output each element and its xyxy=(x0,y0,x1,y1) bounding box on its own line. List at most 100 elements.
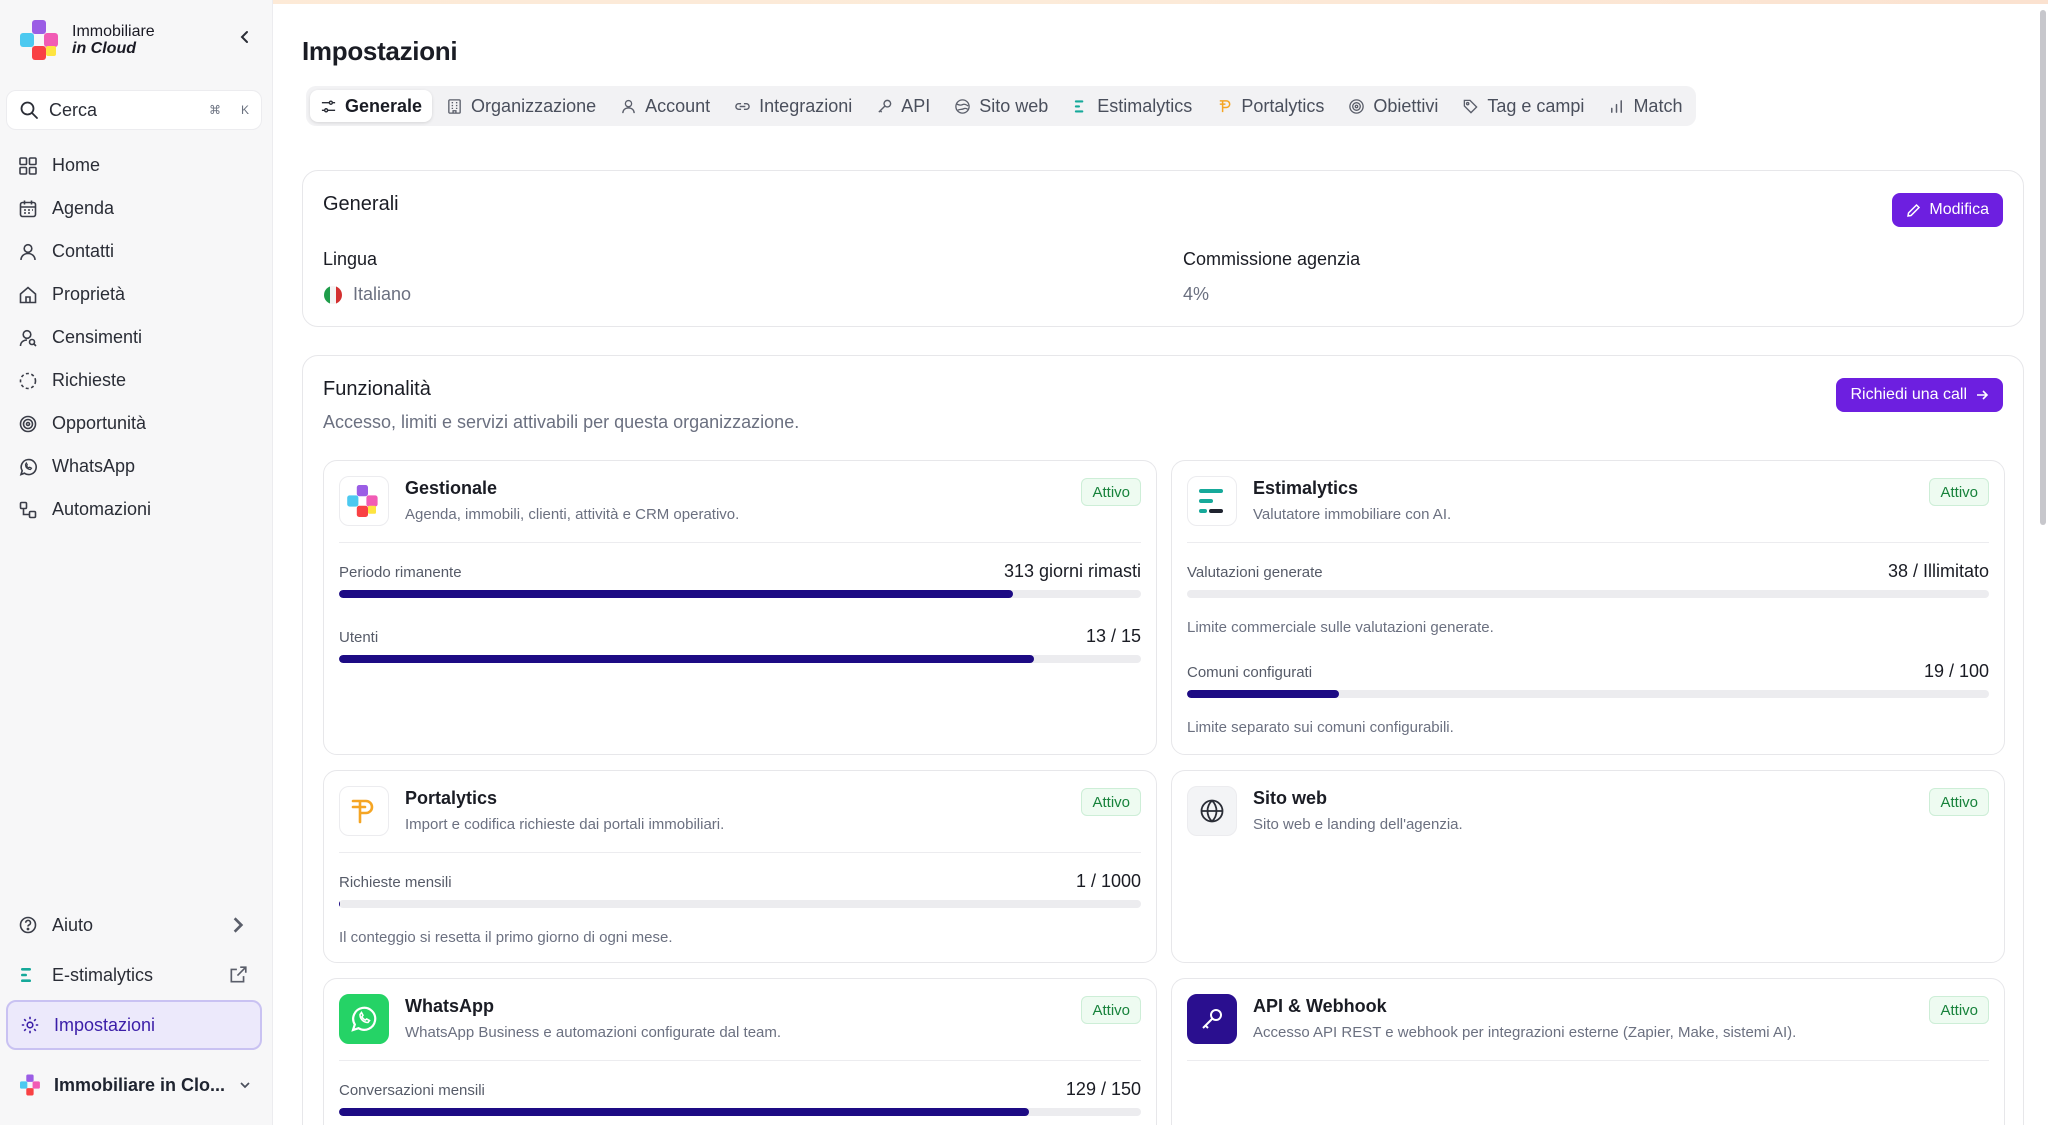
search-box[interactable]: Cerca ⌘ K xyxy=(6,90,262,130)
tab-label: API xyxy=(901,95,931,116)
progress-fill xyxy=(339,1108,1029,1116)
tab-match[interactable]: Match xyxy=(1598,90,1692,122)
tab-sito-web[interactable]: Sito web xyxy=(944,90,1058,122)
feature-name: API & Webhook xyxy=(1253,996,1387,1016)
sidebar-item-richieste[interactable]: Richieste xyxy=(6,359,262,402)
tab-obiettivi[interactable]: Obiettivi xyxy=(1338,90,1448,122)
progress-fill xyxy=(339,655,1035,663)
target-icon xyxy=(19,415,37,432)
metric-value: 38 / Illimitato xyxy=(1887,561,1989,581)
metric-label: Richieste mensili xyxy=(339,874,452,891)
sidebar-item-home[interactable]: Home xyxy=(6,144,262,187)
metric-value: 19 / 100 xyxy=(1923,661,1989,681)
tab-api[interactable]: API xyxy=(866,90,940,122)
metric-value: 129 / 150 xyxy=(1065,1079,1141,1099)
feature-description: Agenda, immobili, clienti, attività e CR… xyxy=(405,506,740,523)
sidebar-item-whatsapp[interactable]: WhatsApp xyxy=(6,445,262,488)
sidebar-item-agenda[interactable]: Agenda xyxy=(6,187,262,230)
feature-card-portalytics: Portalytics Import e codifica richieste … xyxy=(323,770,1157,963)
dashed-circle-icon xyxy=(19,372,37,389)
tab-tag-e-campi[interactable]: Tag e campi xyxy=(1452,90,1594,122)
page-title: Impostazioni xyxy=(302,36,458,66)
sidebar-item-aiuto[interactable]: Aiuto xyxy=(6,900,262,950)
user-icon xyxy=(20,243,36,260)
status-badge: Attivo xyxy=(1081,788,1141,816)
funzionalita-title: Funzionalità xyxy=(323,378,431,400)
estimalytics-logo-icon xyxy=(1187,476,1237,526)
portalytics-logo-icon xyxy=(339,786,389,836)
metric-value: 1 / 1000 xyxy=(1075,871,1141,891)
key-icon xyxy=(878,99,892,113)
tab-account[interactable]: Account xyxy=(610,90,720,122)
tab-generale[interactable]: Generale xyxy=(310,90,433,122)
metric-label: Utenti xyxy=(339,629,379,646)
chevron-right-icon xyxy=(233,917,244,933)
metric-label: Valutazioni generate xyxy=(1187,564,1323,581)
feature-card-api-webhook: API & Webhook Accesso API REST e webhook… xyxy=(1171,978,2005,1125)
app-name-line2: in Cloud xyxy=(72,40,136,57)
metric-value: 13 / 15 xyxy=(1085,626,1141,646)
sidebar-item-impostazioni[interactable]: Impostazioni xyxy=(6,1000,262,1050)
feature-name: Gestionale xyxy=(405,478,498,498)
organization-switcher[interactable]: Immobiliare in Clo... xyxy=(20,1074,252,1096)
request-call-label: Richiedi una call xyxy=(1850,386,1967,403)
sidebar-item-automazioni[interactable]: Automazioni xyxy=(6,488,262,531)
progress-bar xyxy=(1187,690,1989,698)
app-name: Immobiliare in Cloud xyxy=(72,23,155,57)
app-brand[interactable]: Immobiliare in Cloud xyxy=(20,20,155,60)
sidebar-item-label: Home xyxy=(52,155,101,175)
sidebar-item-opportunita[interactable]: Opportunità xyxy=(6,402,262,445)
tab-label: Portalytics xyxy=(1241,95,1325,116)
tab-organizzazione[interactable]: Organizzazione xyxy=(436,90,606,122)
divider xyxy=(1187,1060,1989,1061)
app-logo-icon xyxy=(20,20,58,60)
sidebar-item-label: Opportunità xyxy=(52,413,147,433)
sidebar-item-label: Agenda xyxy=(52,198,115,218)
pencil-icon xyxy=(1907,203,1921,217)
feature-description: Valutatore immobiliare con AI. xyxy=(1253,506,1452,523)
sidebar-item-estimalytics[interactable]: E-stimalytics xyxy=(6,950,262,1000)
tab-label: Account xyxy=(645,95,711,116)
tab-estimalytics[interactable]: Estimalytics xyxy=(1062,90,1202,122)
tab-label: Integrazioni xyxy=(759,95,853,116)
feature-card-whatsapp: WhatsApp WhatsApp Business e automazioni… xyxy=(323,978,1157,1125)
tab-label: Tag e campi xyxy=(1487,95,1585,116)
user-search-icon xyxy=(19,329,37,347)
request-call-button[interactable]: Richiedi una call xyxy=(1836,378,2003,412)
status-badge: Attivo xyxy=(1081,478,1141,506)
help-circle-icon xyxy=(19,916,37,934)
key-icon xyxy=(1187,994,1237,1044)
feature-description: WhatsApp Business e automazioni configur… xyxy=(405,1024,782,1041)
progress-bar xyxy=(339,900,1141,908)
settings-tabs: Generale Organizzazione Account Integraz… xyxy=(306,86,1697,126)
sidebar-item-label: WhatsApp xyxy=(52,456,136,476)
org-logo-icon xyxy=(20,1074,40,1096)
language-label: Lingua xyxy=(323,249,378,269)
page-scrollbar[interactable] xyxy=(2038,0,2048,1125)
scrollbar-thumb[interactable] xyxy=(2040,10,2046,525)
feature-name: Estimalytics xyxy=(1253,478,1359,498)
sidebar-bottom-nav: Aiuto E-stimalytics Impostazioni xyxy=(6,900,262,1050)
commission-label: Commissione agenzia xyxy=(1183,249,1361,269)
metric-label: Comuni configurati xyxy=(1187,664,1313,681)
app-name-line1: Immobiliare xyxy=(72,23,155,40)
globe-icon xyxy=(1187,786,1237,836)
feature-description: Sito web e landing dell'agenzia. xyxy=(1253,816,1463,833)
calendar-icon xyxy=(19,200,37,217)
chevron-down-icon xyxy=(240,1082,250,1089)
generali-card: Generali Modifica Lingua Italiano Commis… xyxy=(302,170,2024,327)
external-link-icon xyxy=(230,966,247,983)
sidebar-item-proprieta[interactable]: Proprietà xyxy=(6,273,262,316)
collapse-sidebar-button[interactable] xyxy=(234,26,256,48)
sidebar-item-label: Proprietà xyxy=(52,284,126,304)
edit-button[interactable]: Modifica xyxy=(1892,193,2003,227)
commission-value: 4% xyxy=(1183,284,1210,304)
sidebar-item-contatti[interactable]: Contatti xyxy=(6,230,262,273)
sidebar-nav: Home Agenda Contatti Proprietà Censiment… xyxy=(6,144,262,531)
progress-bar xyxy=(1187,590,1989,598)
sidebar-item-censimenti[interactable]: Censimenti xyxy=(6,316,262,359)
tab-portalytics[interactable]: Portalytics xyxy=(1206,90,1334,122)
tab-integrazioni[interactable]: Integrazioni xyxy=(724,90,862,122)
sliders-icon xyxy=(321,100,336,112)
funzionalita-subtitle: Accesso, limiti e servizi attivabili per… xyxy=(323,412,800,432)
